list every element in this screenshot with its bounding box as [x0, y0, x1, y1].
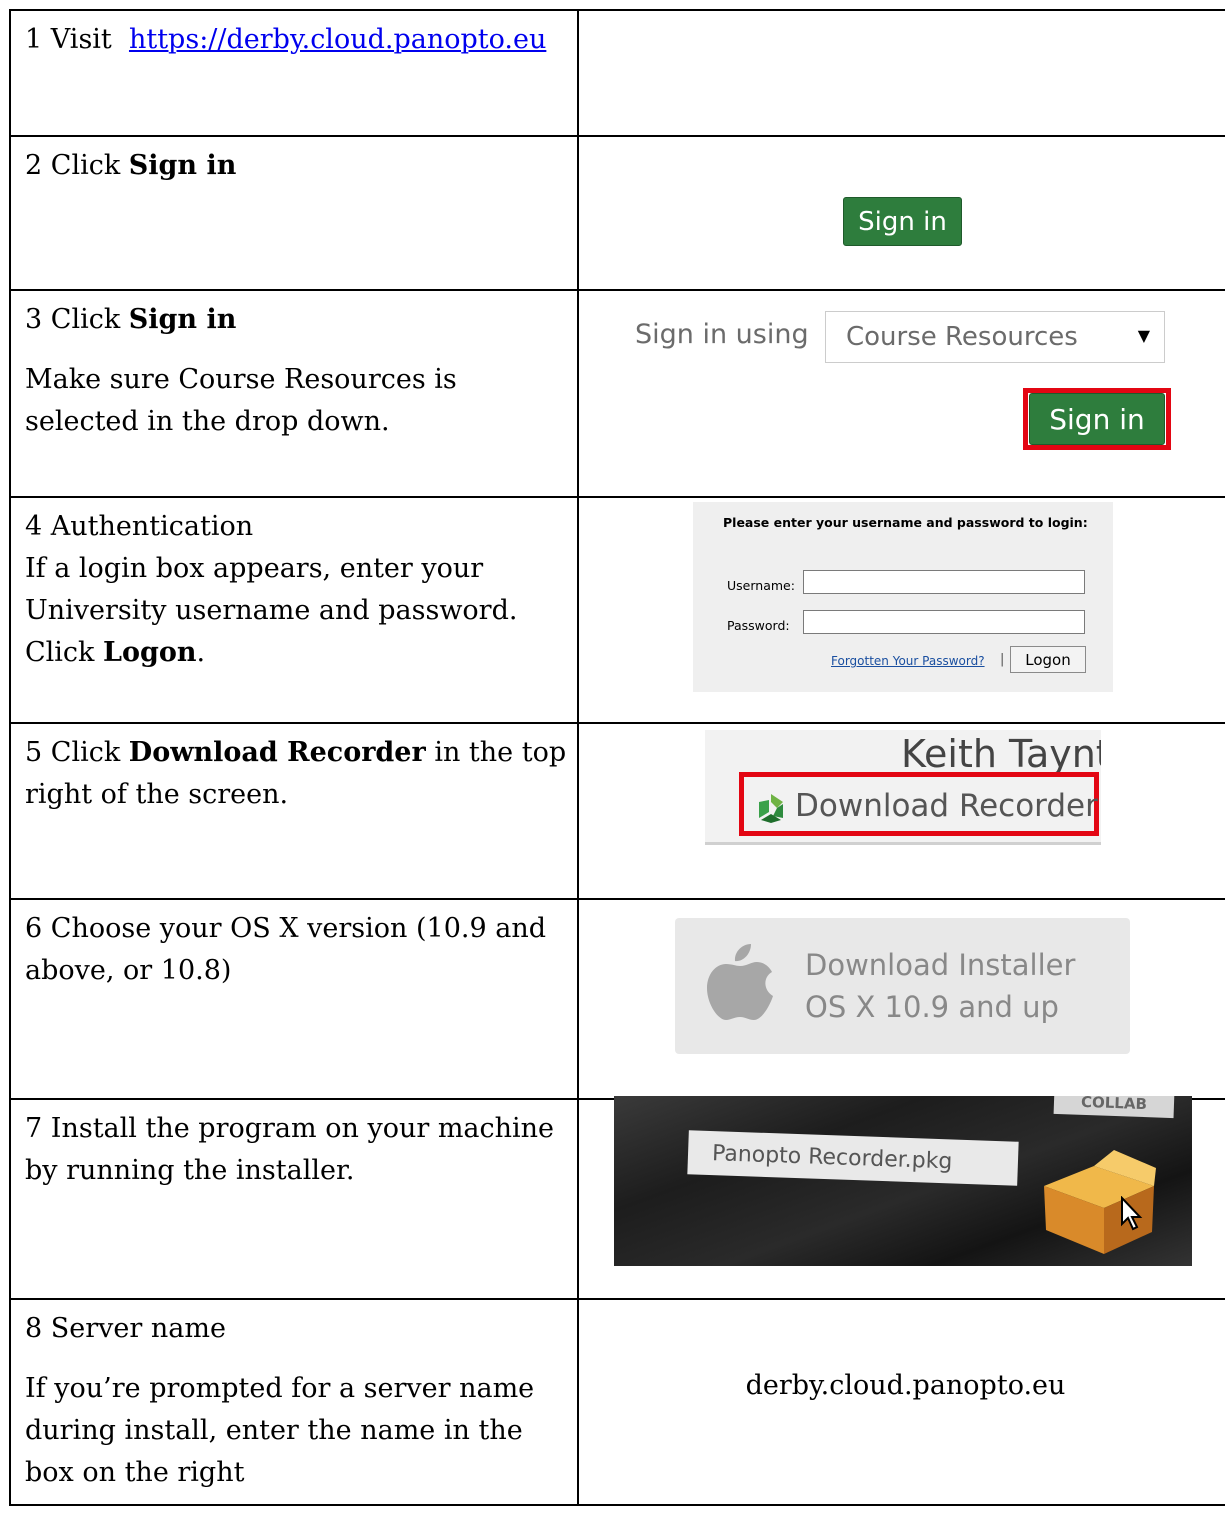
password-label: Password:	[727, 618, 790, 633]
panopto-url-link[interactable]: https://derby.cloud.panopto.eu	[129, 24, 546, 55]
mouse-pointer-icon	[1121, 1196, 1143, 1231]
step-row-2: 2 Click Sign in Sign in	[9, 135, 1225, 291]
step-row-4: 4 Authentication If a login box appears,…	[9, 496, 1225, 724]
username-label: Username:	[727, 578, 795, 593]
step-5-text: 5 Click Download Recorder in the top rig…	[25, 737, 567, 810]
step-8-server: derby.cloud.panopto.eu	[577, 1298, 1225, 1506]
step-2-screenshot: Sign in	[577, 135, 1225, 291]
apple-logo-icon	[707, 944, 773, 1020]
installer-file-image: COLLAB Panopto Recorder.pkg	[614, 1096, 1192, 1266]
download-recorder-button[interactable]: Download Recorder	[795, 788, 1098, 824]
step-6-text: 6 Choose your OS X version (10.9 and abo…	[25, 913, 547, 986]
installer-title: Download Installer	[805, 948, 1076, 982]
step-8-text: 8 Server name If you’re prompted for a s…	[25, 1313, 535, 1488]
provider-select[interactable]: Course Resources ▼	[825, 311, 1165, 363]
forgot-password-link[interactable]: Forgotten Your Password?	[831, 654, 985, 668]
link-separator: |	[1000, 652, 1005, 667]
instructions-table: 1 Visit https://derby.cloud.panopto.eu 2…	[9, 9, 1225, 1506]
package-box-icon[interactable]	[1034, 1146, 1164, 1256]
step-3-text: 3 Click Sign in Make sure Course Resourc…	[11, 291, 577, 443]
step-7-text: 7 Install the program on your machine by…	[25, 1113, 555, 1186]
step-row-3: 3 Click Sign in Make sure Course Resourc…	[9, 289, 1225, 498]
sign-in-using-label: Sign in using	[635, 319, 809, 350]
step-row-1: 1 Visit https://derby.cloud.panopto.eu	[9, 9, 1225, 137]
username-field[interactable]	[803, 570, 1085, 594]
panopto-logo-icon	[759, 794, 783, 823]
download-recorder-panel: Keith Taynt Download Recorder	[705, 730, 1101, 845]
login-box: Please enter your username and password …	[693, 502, 1113, 692]
pkg-filename[interactable]: Panopto Recorder.pkg	[687, 1130, 1019, 1186]
download-installer-button[interactable]: Download Installer OS X 10.9 and up	[675, 918, 1130, 1054]
user-name: Keith Taynt	[901, 732, 1101, 776]
step-row-6: 6 Choose your OS X version (10.9 and abo…	[9, 898, 1225, 1100]
dropdown-arrow-icon: ▼	[1137, 326, 1150, 345]
step-5-screenshot: Keith Taynt Download Recorder	[577, 722, 1225, 900]
sign-in-button-highlighted[interactable]: Sign in	[1029, 393, 1165, 445]
step-1-text: 1 Visit https://derby.cloud.panopto.eu	[25, 24, 547, 55]
step-3-note: Make sure Course Resources is selected i…	[25, 364, 457, 437]
step-4-screenshot: Please enter your username and password …	[577, 496, 1225, 724]
server-name: derby.cloud.panopto.eu	[745, 1370, 1066, 1401]
sign-in-button[interactable]: Sign in	[843, 197, 962, 246]
login-title: Please enter your username and password …	[723, 515, 1088, 530]
step-2-text: 2 Click Sign in	[25, 150, 237, 181]
step-4-text: 4 Authentication If a login box appears,…	[25, 511, 518, 668]
step-7-screenshot: COLLAB Panopto Recorder.pkg	[577, 1096, 1225, 1300]
installer-version: OS X 10.9 and up	[805, 990, 1059, 1024]
password-field[interactable]	[803, 610, 1085, 634]
step-3-screenshot: Sign in using Course Resources ▼ Sign in	[577, 289, 1225, 498]
step-6-screenshot: Download Installer OS X 10.9 and up	[577, 898, 1225, 1100]
step-row-7: 7 Install the program on your machine by…	[9, 1096, 1225, 1300]
logon-button[interactable]: Logon	[1010, 646, 1086, 673]
collab-label: COLLAB	[1053, 1096, 1175, 1119]
step-row-5: 5 Click Download Recorder in the top rig…	[9, 722, 1225, 900]
step-row-8: 8 Server name If you’re prompted for a s…	[9, 1298, 1225, 1506]
